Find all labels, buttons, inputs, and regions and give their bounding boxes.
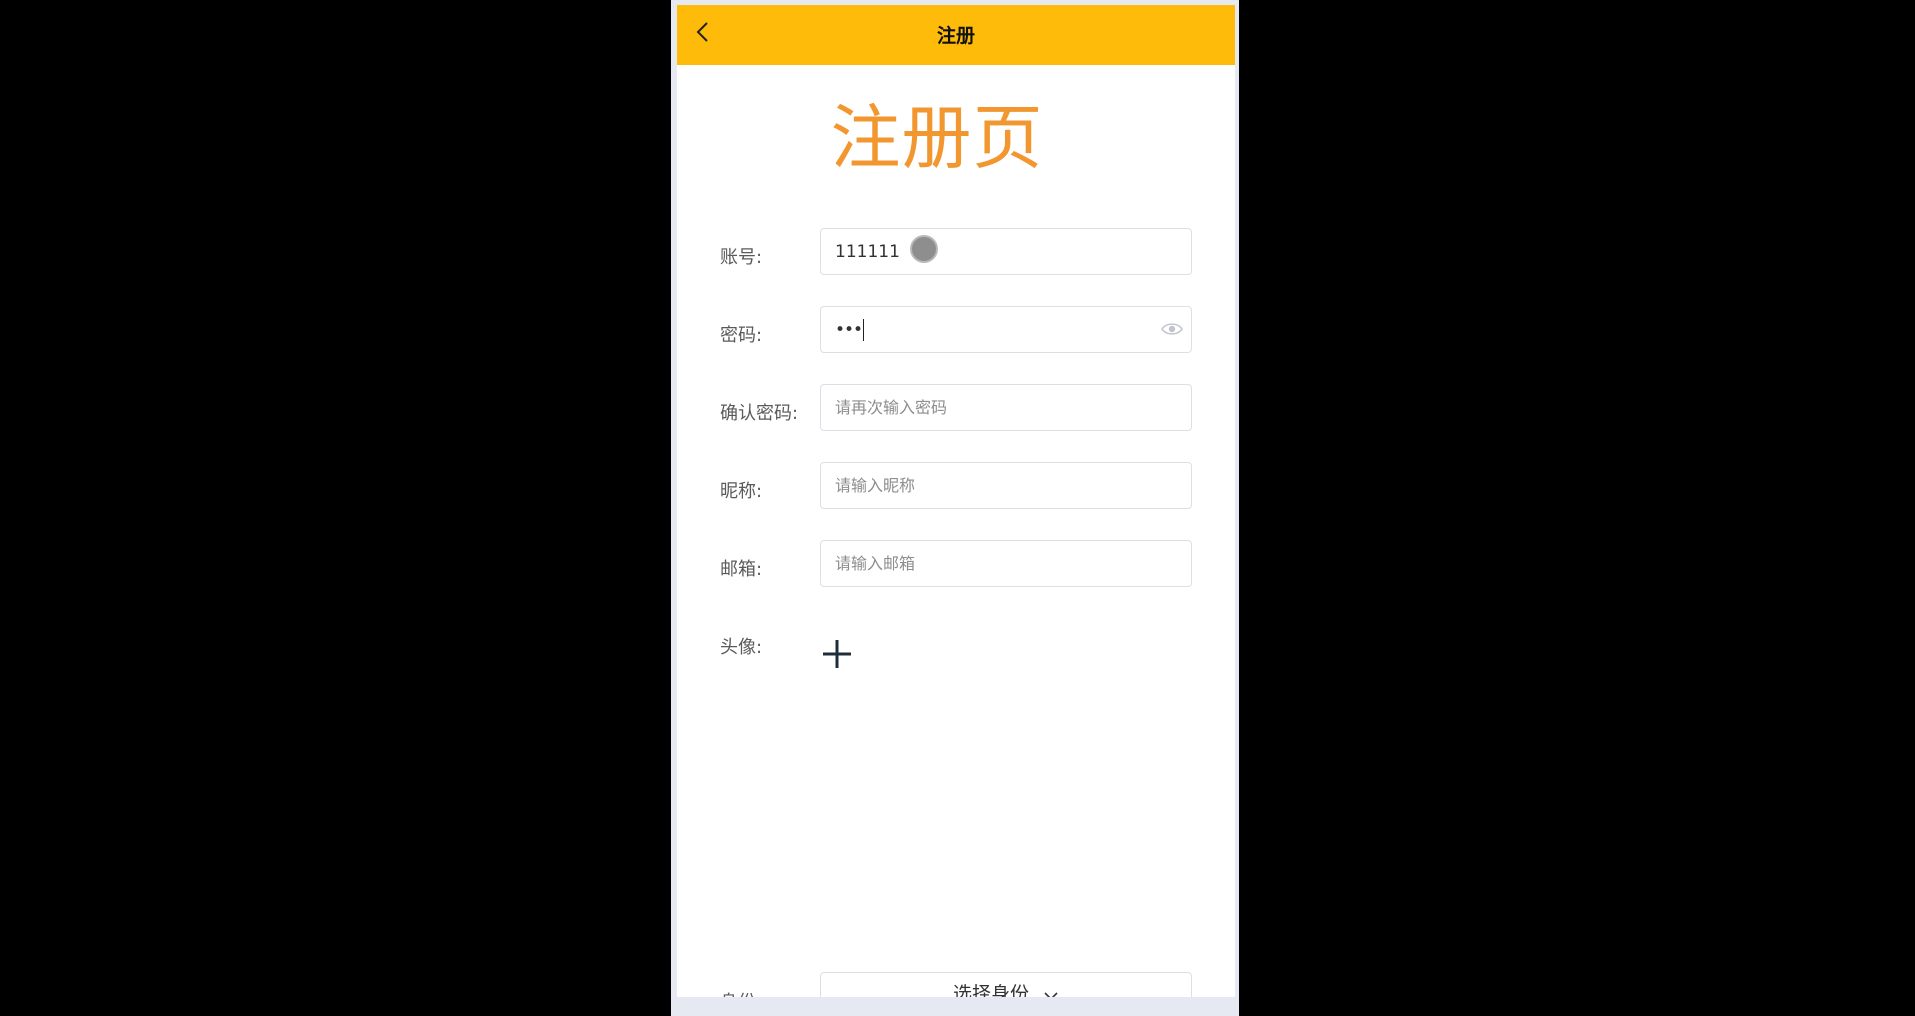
- nickname-label: 昵称:: [720, 481, 763, 502]
- password-value-wrap: •••: [835, 307, 865, 353]
- eye-icon[interactable]: [1161, 321, 1183, 341]
- nickname-placeholder: 请输入昵称: [835, 476, 916, 495]
- email-label: 邮箱:: [720, 559, 763, 580]
- plus-icon: [823, 640, 851, 668]
- nav-title: 注册: [936, 25, 975, 47]
- device-frame: 注册 注册页 账号: 111111 密码: ••• 确认密码: 请再次输入密码 …: [671, 0, 1239, 1016]
- account-input[interactable]: 111111: [820, 228, 1192, 275]
- avatar-upload-button[interactable]: [822, 639, 858, 675]
- chevron-down-icon: [1043, 974, 1059, 997]
- text-caret: [863, 319, 865, 341]
- confirm-password-placeholder: 请再次输入密码: [835, 398, 948, 417]
- app-screen: 注册 注册页 账号: 111111 密码: ••• 确认密码: 请再次输入密码 …: [677, 5, 1235, 997]
- account-label: 账号:: [720, 247, 763, 268]
- password-label: 密码:: [720, 325, 763, 346]
- email-input[interactable]: 请输入邮箱: [820, 540, 1192, 587]
- nickname-input[interactable]: 请输入昵称: [820, 462, 1192, 509]
- identity-select-text: 选择身份: [952, 983, 1029, 997]
- confirm-password-input[interactable]: 请再次输入密码: [820, 384, 1192, 431]
- top-nav-bar: 注册: [677, 5, 1235, 65]
- page-heading: 注册页: [830, 97, 1044, 179]
- identity-label: 身份:: [720, 988, 762, 997]
- password-input[interactable]: •••: [820, 306, 1192, 353]
- password-value: •••: [835, 320, 863, 340]
- identity-select-button[interactable]: 选择身份: [820, 972, 1192, 997]
- avatar-label: 头像:: [720, 637, 763, 658]
- touch-cursor-indicator: [910, 235, 938, 263]
- email-placeholder: 请输入邮箱: [835, 554, 916, 573]
- confirm-password-label: 确认密码:: [720, 403, 799, 424]
- account-value: 111111: [835, 242, 900, 262]
